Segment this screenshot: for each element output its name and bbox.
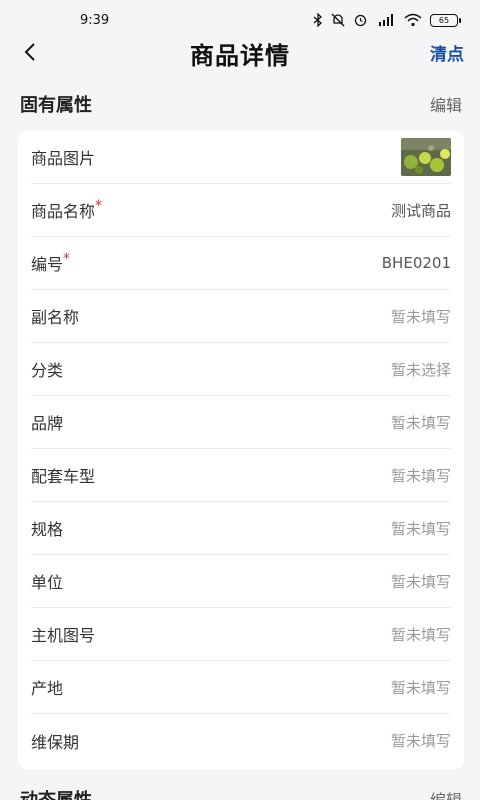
row-label: 分类 (31, 361, 64, 380)
row-value: 暂未填写 (390, 625, 451, 644)
back-button[interactable] (16, 38, 44, 66)
row-label: 品牌 (31, 414, 64, 433)
row-label: 单位 (31, 573, 64, 592)
required-mark: * (95, 198, 103, 214)
row-brand[interactable]: 品牌 暂未填写 (31, 396, 451, 449)
edit-dynamic-button[interactable]: 编辑 (430, 787, 462, 800)
section-title-dynamic: 动态属性 (20, 786, 92, 800)
row-value: BHE0201 (381, 254, 451, 272)
section-header-dynamic: 动态属性 编辑 (0, 784, 480, 800)
row-label: 编号* (31, 251, 71, 274)
status-time: 9:39 (80, 12, 110, 28)
battery-icon: 65 (430, 13, 461, 27)
alarm-icon (354, 14, 367, 27)
row-value: 暂未填写 (390, 519, 451, 538)
row-label: 维保期 (31, 732, 80, 752)
row-spec[interactable]: 规格 暂未填写 (31, 502, 451, 555)
row-label: 规格 (31, 520, 64, 539)
row-product-name[interactable]: 商品名称* 测试商品 (31, 184, 451, 237)
row-warranty[interactable]: 维保期 暂未填写 (31, 714, 451, 767)
mute-bell-icon (331, 13, 345, 27)
section-header-fixed: 固有属性 编辑 (0, 89, 480, 119)
row-label: 产地 (31, 679, 64, 698)
bluetooth-icon (313, 13, 322, 27)
inventory-check-button[interactable]: 清点 (430, 40, 464, 65)
required-mark: * (63, 251, 71, 267)
chevron-left-icon (24, 43, 35, 61)
row-alias[interactable]: 副名称 暂未填写 (31, 290, 451, 343)
row-drawing-number[interactable]: 主机图号 暂未填写 (31, 608, 451, 661)
row-label: 配套车型 (31, 467, 96, 486)
row-vehicle-model[interactable]: 配套车型 暂未填写 (31, 449, 451, 502)
row-value: 暂未填写 (390, 413, 451, 432)
row-product-image[interactable]: 商品图片 (31, 131, 451, 184)
row-label: 主机图号 (31, 626, 96, 645)
row-unit[interactable]: 单位 暂未填写 (31, 555, 451, 608)
row-value: 暂未填写 (390, 678, 451, 697)
edit-fixed-button[interactable]: 编辑 (430, 92, 462, 116)
row-label: 商品名称* (31, 198, 103, 221)
section-title-fixed: 固有属性 (20, 95, 92, 116)
battery-level: 65 (438, 15, 450, 25)
page-title: 商品详情 (190, 41, 290, 70)
row-origin[interactable]: 产地 暂未填写 (31, 661, 451, 714)
row-value: 暂未填写 (390, 572, 451, 591)
signal-icon (379, 14, 393, 26)
nav-bar: 商品详情 清点 (0, 32, 480, 74)
row-value: 暂未填写 (390, 307, 451, 326)
row-value: 暂未填写 (390, 732, 451, 750)
wifi-icon (404, 13, 422, 27)
row-label: 副名称 (31, 308, 80, 327)
row-value: 测试商品 (390, 201, 451, 220)
row-label: 商品图片 (31, 149, 96, 168)
row-value: 暂未选择 (390, 360, 451, 379)
status-icons: 65 (313, 13, 461, 27)
row-code[interactable]: 编号* BHE0201 (31, 237, 451, 290)
product-image-thumbnail[interactable] (401, 138, 451, 176)
fixed-attributes-card: 商品图片 商品名称* 测试商品 编号* BHE0201 副名称 暂未填写 分类 … (18, 131, 464, 769)
row-category[interactable]: 分类 暂未选择 (31, 343, 451, 396)
row-value: 暂未填写 (390, 466, 451, 485)
